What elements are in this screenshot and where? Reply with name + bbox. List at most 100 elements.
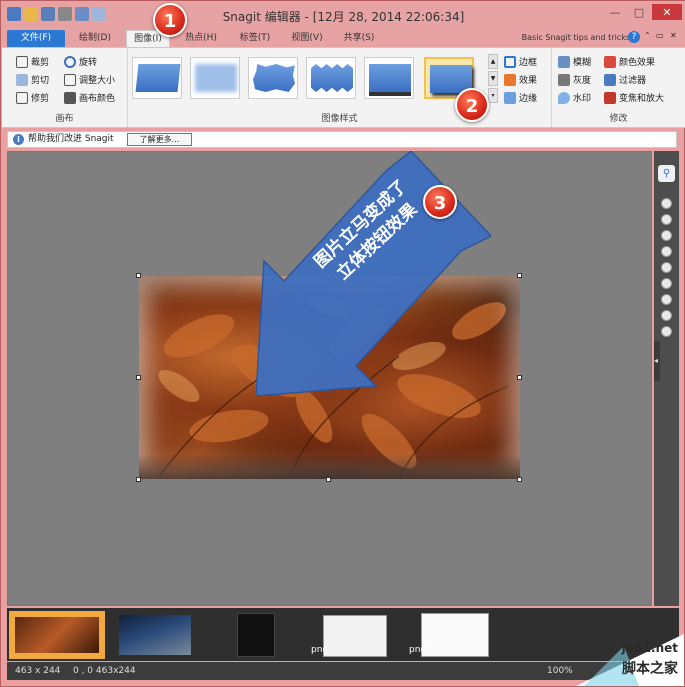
- group-canvas: 裁剪 旋转 剪切 调整大小 修剪 画布颜色 画布: [2, 48, 128, 127]
- tool-icon-8[interactable]: [661, 310, 672, 321]
- tab-file[interactable]: 文件(F): [7, 30, 65, 47]
- panel-collapse-handle[interactable]: ◂: [654, 341, 660, 381]
- tab-hotspot[interactable]: 热点(H): [177, 30, 225, 47]
- step-badge-3: 3: [423, 185, 457, 219]
- search-icon[interactable]: ⚲: [658, 165, 675, 182]
- canvas-color-label: 画布颜色: [79, 94, 116, 104]
- watermark-icon: [558, 91, 570, 104]
- grayscale-button[interactable]: 灰度: [558, 72, 591, 87]
- ribbon: 裁剪 旋转 剪切 调整大小 修剪 画布颜色 画布 ▲ ▼ ▾ 边框 效果 边缘 …: [2, 47, 685, 128]
- watermark-label: 水印: [573, 94, 592, 104]
- cursor-coords: 0 , 0 463x244: [73, 666, 136, 676]
- window-controls: — □ ✕: [604, 4, 682, 20]
- style-thumb-4[interactable]: [306, 57, 356, 99]
- restore-icon[interactable]: ▭: [656, 31, 666, 43]
- edges-label: 边缘: [519, 94, 538, 104]
- site-watermark: jb51.net 脚本之家: [564, 626, 684, 686]
- cut-button[interactable]: 剪切: [16, 72, 49, 87]
- resize-icon: [64, 73, 76, 86]
- blur-icon: [558, 55, 570, 68]
- gallery-down-icon[interactable]: ▼: [488, 71, 498, 86]
- color-effects-button[interactable]: 颜色效果: [604, 54, 655, 69]
- magnify-icon: [604, 91, 616, 104]
- resize-handle-br[interactable]: [517, 477, 522, 482]
- grayscale-icon: [558, 73, 570, 86]
- ribbon-tabs: 文件(F) 绘制(D) 图像(I) 热点(H) 标签(T) 视图(V) 共享(S…: [1, 29, 685, 47]
- help-controls: ? ⌃ ▭ ✕: [628, 31, 680, 43]
- tray-item-2[interactable]: [117, 611, 193, 659]
- right-side-toolbar: ⚲ ◂: [654, 151, 679, 606]
- tray-item-4[interactable]: png: [311, 611, 389, 659]
- edges-button[interactable]: 边缘: [504, 90, 537, 105]
- trim-icon: [16, 91, 28, 104]
- style-thumb-3[interactable]: [248, 57, 298, 99]
- tool-icon-1[interactable]: [661, 198, 672, 209]
- ribbon-minimize-icon[interactable]: ⌃: [644, 31, 652, 43]
- learn-more-button[interactable]: 了解更多...: [127, 133, 192, 146]
- tab-tags[interactable]: 标签(T): [233, 30, 277, 47]
- style-gallery-scroll[interactable]: ▲ ▼ ▾: [488, 54, 498, 104]
- resize-label: 调整大小: [79, 76, 116, 86]
- magnify-button[interactable]: 变焦和放大: [604, 90, 664, 105]
- tool-icon-9[interactable]: [661, 326, 672, 337]
- info-icon: i: [13, 134, 24, 145]
- tool-icon-3[interactable]: [661, 230, 672, 241]
- arrow-callout[interactable]: [256, 151, 491, 396]
- tray-tag-png-1: png: [311, 645, 329, 655]
- style-thumb-2[interactable]: [190, 57, 240, 99]
- crop-label: 裁剪: [31, 58, 50, 68]
- tray-item-1-selected[interactable]: [9, 611, 105, 659]
- resize-handle-l[interactable]: [136, 375, 141, 380]
- watermark-button[interactable]: 水印: [558, 90, 591, 105]
- tips-link[interactable]: Basic Snagit tips and tricks: [522, 33, 630, 42]
- canvas-color-button[interactable]: 画布颜色: [64, 90, 115, 105]
- tray-item-5[interactable]: png: [409, 611, 491, 659]
- filters-button[interactable]: 过滤器: [604, 72, 646, 87]
- maximize-button[interactable]: □: [628, 4, 650, 20]
- trim-label: 修剪: [31, 94, 50, 104]
- tool-icon-2[interactable]: [661, 214, 672, 225]
- title-bar: Snagit 编辑器 - [12月 28, 2014 22:06:34] — □…: [1, 1, 685, 29]
- tool-icon-5[interactable]: [661, 262, 672, 273]
- resize-handle-r[interactable]: [517, 375, 522, 380]
- close-button[interactable]: ✕: [652, 4, 682, 20]
- tab-share[interactable]: 共享(S): [337, 30, 381, 47]
- snagit-editor-window: Snagit 编辑器 - [12月 28, 2014 22:06:34] — □…: [0, 0, 685, 687]
- trim-button[interactable]: 修剪: [16, 90, 49, 105]
- gallery-more-icon[interactable]: ▾: [488, 88, 498, 103]
- tab-draw[interactable]: 绘制(D): [71, 30, 119, 47]
- tab-view[interactable]: 视图(V): [285, 30, 329, 47]
- effects-label: 效果: [519, 76, 538, 86]
- resize-handle-tl[interactable]: [136, 273, 141, 278]
- edges-icon: [504, 91, 516, 104]
- style-thumb-1[interactable]: [132, 57, 182, 99]
- grayscale-label: 灰度: [573, 76, 592, 86]
- resize-handle-bl[interactable]: [136, 477, 141, 482]
- tool-icon-7[interactable]: [661, 294, 672, 305]
- resize-handle-tr[interactable]: [517, 273, 522, 278]
- crop-button[interactable]: 裁剪: [16, 54, 49, 69]
- rotate-button[interactable]: 旋转: [64, 54, 97, 69]
- effects-button[interactable]: 效果: [504, 72, 537, 87]
- canvas-color-icon: [64, 91, 76, 104]
- filters-icon: [604, 73, 616, 86]
- minimize-button[interactable]: —: [604, 4, 626, 20]
- border-button[interactable]: 边框: [504, 54, 537, 69]
- rotate-label: 旋转: [79, 58, 98, 68]
- style-thumb-5[interactable]: [364, 57, 414, 99]
- cut-icon: [16, 73, 28, 86]
- step-badge-2: 2: [455, 88, 489, 122]
- canvas-group-label: 画布: [55, 114, 74, 124]
- tool-icon-6[interactable]: [661, 278, 672, 289]
- gallery-up-icon[interactable]: ▲: [488, 54, 498, 69]
- close-doc-icon[interactable]: ✕: [670, 31, 680, 43]
- tray-item-3[interactable]: [233, 611, 279, 659]
- bevel-edge-shadow: [139, 454, 520, 479]
- blur-button[interactable]: 模糊: [558, 54, 591, 69]
- tool-icon-4[interactable]: [661, 246, 672, 257]
- resize-handle-b[interactable]: [326, 477, 331, 482]
- resize-button[interactable]: 调整大小: [64, 72, 115, 87]
- window-title: Snagit 编辑器 - [12月 28, 2014 22:06:34]: [222, 10, 465, 24]
- tray-tag-png-2: png: [409, 645, 427, 655]
- help-icon[interactable]: ?: [628, 31, 640, 43]
